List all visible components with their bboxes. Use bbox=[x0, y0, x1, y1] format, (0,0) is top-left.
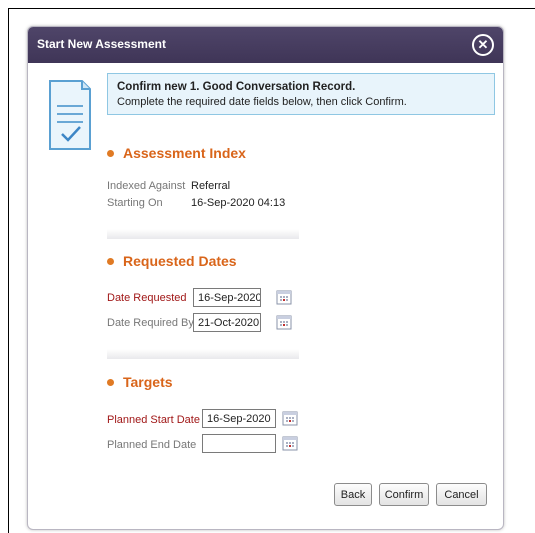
date-requested-label: Date Requested bbox=[107, 292, 187, 304]
confirm-message-title: Confirm new 1. Good Conversation Record. bbox=[117, 81, 356, 93]
bullet-icon bbox=[107, 257, 114, 265]
start-assessment-dialog: Start New Assessment ✕ Confirm new 1. Go… bbox=[27, 26, 504, 530]
close-icon[interactable]: ✕ bbox=[472, 34, 494, 56]
planned-start-label: Planned Start Date bbox=[107, 414, 200, 426]
date-required-field[interactable] bbox=[193, 313, 261, 332]
calendar-icon[interactable] bbox=[282, 435, 298, 451]
requested-dates-heading-text: Requested Dates bbox=[123, 253, 237, 269]
targets-heading-text: Targets bbox=[123, 374, 173, 390]
assessment-index-heading: Assessment Index bbox=[107, 145, 246, 161]
frame-top-border bbox=[8, 8, 535, 9]
date-required-label: Date Required By bbox=[107, 317, 194, 329]
planned-end-label: Planned End Date bbox=[107, 439, 197, 451]
requested-dates-heading: Requested Dates bbox=[107, 253, 237, 269]
dialog-titlebar: Start New Assessment ✕ bbox=[28, 27, 503, 63]
targets-heading: Targets bbox=[107, 374, 173, 390]
cancel-button[interactable]: Cancel bbox=[436, 483, 487, 506]
bullet-icon bbox=[107, 149, 114, 157]
confirm-button[interactable]: Confirm bbox=[379, 483, 429, 506]
back-button[interactable]: Back bbox=[334, 483, 372, 506]
calendar-icon[interactable] bbox=[276, 314, 292, 330]
document-check-icon bbox=[49, 80, 91, 150]
confirm-message-instruction: Complete the required date fields below,… bbox=[117, 96, 407, 108]
starting-on-value: 16-Sep-2020 04:13 bbox=[191, 197, 286, 209]
starting-on-label: Starting On bbox=[107, 197, 163, 209]
section-separator bbox=[107, 229, 299, 239]
planned-end-field[interactable] bbox=[202, 434, 276, 453]
calendar-icon[interactable] bbox=[282, 410, 298, 426]
calendar-icon[interactable] bbox=[276, 289, 292, 305]
dialog-title: Start New Assessment bbox=[37, 37, 166, 51]
bullet-icon bbox=[107, 378, 114, 386]
planned-start-field[interactable] bbox=[202, 409, 276, 428]
date-requested-field[interactable] bbox=[193, 288, 261, 307]
section-separator bbox=[107, 349, 299, 359]
frame-left-border bbox=[8, 8, 9, 533]
indexed-against-value: Referral bbox=[191, 180, 231, 192]
assessment-index-heading-text: Assessment Index bbox=[123, 145, 246, 161]
info-message-box: Confirm new 1. Good Conversation Record.… bbox=[107, 73, 495, 115]
indexed-against-label: Indexed Against bbox=[107, 180, 186, 192]
